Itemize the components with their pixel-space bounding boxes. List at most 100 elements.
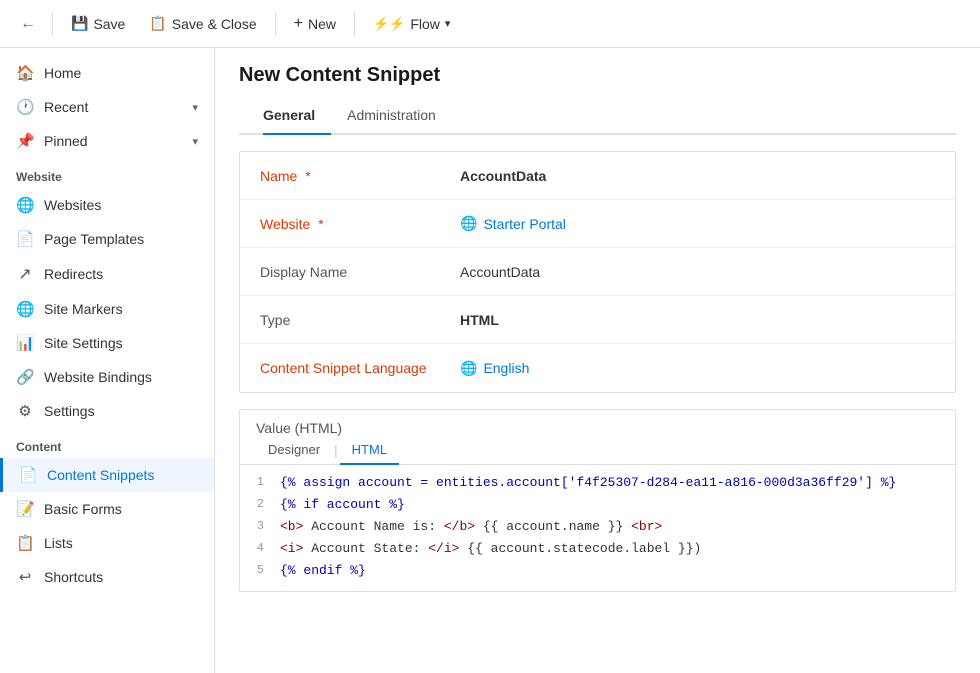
sidebar-item-pinned[interactable]: 📌 Pinned ▾: [0, 124, 214, 158]
new-button[interactable]: + New: [284, 10, 346, 38]
flow-button[interactable]: ⚡⚡ Flow ▾: [363, 11, 460, 37]
sidebar-item-label: Content Snippets: [47, 467, 154, 483]
website-section-title: Website: [0, 158, 214, 188]
website-value-text: Starter Portal: [483, 216, 565, 232]
name-label: Name *: [260, 168, 460, 184]
line-number: 4: [240, 539, 276, 555]
back-icon: ←: [20, 15, 36, 32]
main-layout: 🏠 Home 🕐 Recent ▾ 📌 Pinned ▾ Website 🌐 W…: [0, 48, 980, 673]
toolbar-separator-1: [52, 12, 53, 36]
language-value-text: English: [483, 360, 529, 376]
name-value: AccountData: [460, 168, 935, 184]
content-snippet-language-label: Content Snippet Language: [260, 360, 460, 376]
code-line: 2{% if account %}: [240, 495, 955, 517]
form-row-content-snippet-language: Content Snippet Language 🌐 English: [240, 344, 955, 392]
value-section-header: Value (HTML): [240, 410, 955, 436]
sidebar-item-label: Settings: [44, 403, 95, 419]
sidebar-item-content-snippets[interactable]: 📄 Content Snippets: [0, 458, 214, 492]
value-tab-html[interactable]: HTML: [340, 436, 399, 465]
sidebar-item-label: Shortcuts: [44, 569, 103, 585]
sidebar-item-home[interactable]: 🏠 Home: [0, 56, 214, 90]
sidebar-item-site-markers[interactable]: 🌐 Site Markers: [0, 292, 214, 326]
tab-administration[interactable]: Administration: [331, 99, 452, 135]
sidebar-item-redirects[interactable]: ↗ Redirects: [0, 256, 214, 292]
line-content: {% assign account = entities.account['f4…: [276, 473, 955, 492]
sidebar-item-basic-forms[interactable]: 📝 Basic Forms: [0, 492, 214, 526]
globe-icon: 🌐: [460, 215, 477, 232]
content-section-title: Content: [0, 428, 214, 458]
settings-icon: ⚙: [16, 402, 34, 420]
back-button[interactable]: ←: [12, 10, 44, 38]
sidebar-item-settings[interactable]: ⚙ Settings: [0, 394, 214, 428]
save-icon: 💾: [71, 15, 88, 32]
sidebar-item-page-templates[interactable]: 📄 Page Templates: [0, 222, 214, 256]
line-number: 1: [240, 473, 276, 489]
save-button[interactable]: 💾 Save: [61, 10, 135, 37]
sidebar-item-label: Pinned: [44, 133, 88, 149]
sidebar-item-recent[interactable]: 🕐 Recent ▾: [0, 90, 214, 124]
flow-label: Flow: [410, 16, 440, 32]
shortcuts-icon: ↩: [16, 568, 34, 586]
form-row-website: Website * 🌐 Starter Portal: [240, 200, 955, 248]
sidebar-item-label: Websites: [44, 197, 101, 213]
redirects-icon: ↗: [16, 264, 34, 284]
display-name-value: AccountData: [460, 264, 935, 280]
page-templates-icon: 📄: [16, 230, 34, 248]
website-required: *: [318, 216, 323, 232]
sidebar-item-label: Recent: [44, 99, 88, 115]
sidebar-item-label: Site Settings: [44, 335, 123, 351]
name-required: *: [305, 168, 310, 184]
code-line: 5{% endif %}: [240, 561, 955, 583]
website-bindings-icon: 🔗: [16, 368, 34, 386]
line-content: <b> Account Name is: </b> {{ account.nam…: [276, 517, 955, 536]
websites-icon: 🌐: [16, 196, 34, 214]
line-content: <i> Account State: </i> {{ account.state…: [276, 539, 955, 558]
type-label: Type: [260, 312, 460, 328]
lists-icon: 📋: [16, 534, 34, 552]
sidebar-item-label: Lists: [44, 535, 73, 551]
tab-separator: |: [332, 442, 340, 458]
sidebar-item-label: Basic Forms: [44, 501, 122, 517]
line-content: {% if account %}: [276, 495, 955, 514]
basic-forms-icon: 📝: [16, 500, 34, 518]
sidebar-item-site-settings[interactable]: 📊 Site Settings: [0, 326, 214, 360]
save-close-button[interactable]: 📋 Save & Close: [139, 10, 266, 37]
code-line: 4<i> Account State: </i> {{ account.stat…: [240, 539, 955, 561]
website-label: Website *: [260, 216, 460, 232]
content-snippet-language-value[interactable]: 🌐 English: [460, 360, 935, 377]
content-area: New Content Snippet General Administrati…: [215, 48, 980, 673]
website-value[interactable]: 🌐 Starter Portal: [460, 215, 935, 232]
tabs: General Administration: [239, 99, 956, 135]
tab-administration-label: Administration: [347, 107, 436, 123]
save-label: Save: [93, 16, 125, 32]
flow-dropdown-icon: ▾: [445, 17, 451, 30]
sidebar-item-label: Home: [44, 65, 81, 81]
sidebar-item-label: Page Templates: [44, 231, 144, 247]
toolbar-separator-3: [354, 12, 355, 36]
tab-general[interactable]: General: [263, 99, 331, 135]
sidebar-item-label: Website Bindings: [44, 369, 152, 385]
sidebar-item-label: Redirects: [44, 266, 103, 282]
value-section: Value (HTML) Designer | HTML 1{% assign …: [239, 409, 956, 592]
toolbar-separator-2: [275, 12, 276, 36]
designer-tab-label: Designer: [268, 442, 320, 457]
sidebar-item-website-bindings[interactable]: 🔗 Website Bindings: [0, 360, 214, 394]
save-close-label: Save & Close: [172, 16, 257, 32]
line-number: 3: [240, 517, 276, 533]
display-name-label: Display Name: [260, 264, 460, 280]
pin-icon: 📌: [16, 132, 34, 150]
line-number: 2: [240, 495, 276, 511]
expand-icon: ▾: [192, 135, 198, 148]
expand-icon: ▾: [192, 101, 198, 114]
value-tab-designer[interactable]: Designer: [256, 436, 332, 465]
content-snippets-icon: 📄: [19, 466, 37, 484]
sidebar-item-shortcuts[interactable]: ↩ Shortcuts: [0, 560, 214, 594]
new-icon: +: [294, 15, 303, 33]
value-tabs: Designer | HTML: [240, 436, 955, 465]
sidebar-item-lists[interactable]: 📋 Lists: [0, 526, 214, 560]
code-line: 1{% assign account = entities.account['f…: [240, 473, 955, 495]
type-value: HTML: [460, 312, 935, 328]
code-editor[interactable]: 1{% assign account = entities.account['f…: [240, 465, 955, 591]
sidebar-item-websites[interactable]: 🌐 Websites: [0, 188, 214, 222]
sidebar: 🏠 Home 🕐 Recent ▾ 📌 Pinned ▾ Website 🌐 W…: [0, 48, 215, 673]
